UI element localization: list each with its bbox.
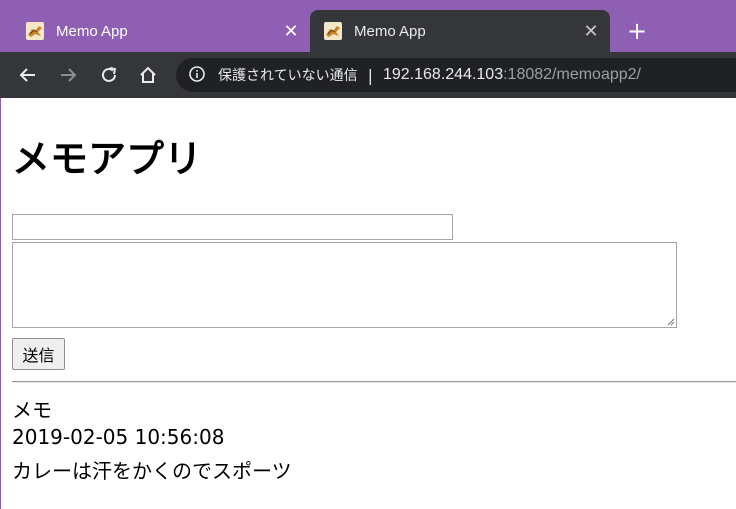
tab-close-icon[interactable]: ✕	[278, 18, 304, 44]
tab-title: Memo App	[354, 22, 426, 40]
browser-toolbar: 保護されていない通信 | 192.168.244.103:18082/memoa…	[0, 52, 736, 98]
memo-timestamp: 2019-02-05 10:56:08	[12, 425, 225, 449]
tomcat-favicon-icon	[324, 22, 342, 40]
memo-title-input[interactable]	[12, 214, 453, 240]
url-port-path: :18082/memoapp2/	[503, 66, 641, 83]
home-icon[interactable]	[135, 62, 161, 88]
page-content: メモアプリ 送信 メモ 2019-02-05 10:56:08 カレーは汗をかく…	[0, 98, 736, 509]
tab-strip: Memo App ✕ Memo App ✕ +	[0, 0, 736, 52]
url-host: 192.168.244.103	[382, 66, 504, 83]
submit-button[interactable]: 送信	[12, 338, 65, 370]
memo-text: カレーは汗をかくのでスポーツ	[12, 459, 292, 483]
divider	[12, 381, 736, 383]
tab-memo-app-1[interactable]: Memo App ✕	[12, 10, 310, 52]
resize-grip-icon[interactable]	[665, 316, 675, 326]
back-arrow-icon[interactable]	[15, 62, 41, 88]
address-bar[interactable]: 保護されていない通信 | 192.168.244.103:18082/memoa…	[176, 58, 736, 92]
tab-memo-app-2[interactable]: Memo App ✕	[310, 10, 610, 52]
info-icon[interactable]	[188, 65, 208, 85]
memo-body-textarea[interactable]	[12, 242, 677, 328]
tab-close-icon[interactable]: ✕	[578, 18, 604, 44]
tab-title: Memo App	[56, 22, 128, 40]
tomcat-favicon-icon	[26, 22, 44, 40]
memo-label: メモ	[12, 398, 52, 422]
new-tab-plus-icon[interactable]: +	[624, 17, 650, 45]
forward-arrow-icon[interactable]	[55, 62, 81, 88]
page-title: メモアプリ	[12, 137, 203, 181]
address-separator: |	[367, 65, 373, 85]
security-status-text: 保護されていない通信	[218, 68, 358, 84]
reload-icon[interactable]	[96, 62, 122, 88]
